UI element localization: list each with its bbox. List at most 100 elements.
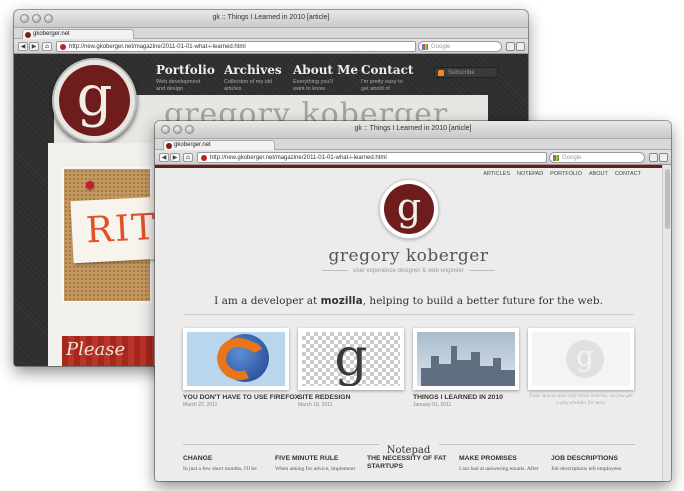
home-button[interactable]: ⌂ — [42, 42, 52, 51]
nav-about-me[interactable]: About Me Everything you'll want to know — [293, 63, 358, 93]
menu-icon[interactable] — [659, 153, 668, 162]
nav-title: Portfolio — [156, 63, 215, 77]
article-card[interactable]: THINGS I LEARNED IN 2010 January 01, 201… — [413, 328, 519, 408]
article-title[interactable]: SITE REDESIGN — [298, 394, 404, 401]
scrollbar-thumb[interactable] — [665, 169, 670, 229]
tab-label: gkoberger.net — [33, 31, 70, 37]
bookmarks-icon[interactable] — [649, 153, 658, 162]
search-input[interactable]: Google — [418, 41, 502, 52]
tab-bar: gkoberger.net — [155, 139, 671, 150]
nav-desc: Everything you'll want to know — [293, 79, 333, 92]
forward-button[interactable]: ▶ — [170, 153, 180, 162]
rss-icon — [438, 70, 444, 76]
heading-rule-right — [439, 444, 635, 445]
nav-desc: Web development and design — [156, 79, 201, 92]
navigation-toolbar: ◀ ▶ ⌂ http://new.gkoberger.net/magazine/… — [14, 39, 528, 54]
nav-desc: I'm pretty easy to get ahold of — [361, 79, 403, 92]
vertical-scrollbar[interactable] — [662, 165, 671, 481]
article-title[interactable]: YOU DON'T HAVE TO USE FIREFOX — [183, 394, 299, 401]
g-logo-icon: g — [566, 340, 604, 378]
notepad-item-title[interactable]: JOB DESCRIPTIONS — [551, 455, 637, 463]
subscribe-button[interactable]: Subscribe — [434, 67, 498, 78]
firefox-thumbnail — [183, 328, 289, 390]
menu-portfolio[interactable]: PORTFOLIO — [550, 171, 582, 177]
skyline-thumbnail — [413, 328, 519, 390]
notepad-item-title[interactable]: FIVE MINUTE RULE — [275, 455, 361, 463]
article-card[interactable]: YOU DON'T HAVE TO USE FIREFOX March 22, … — [183, 328, 299, 408]
title-bar[interactable]: gk :: Things I Learned in 2010 [article] — [155, 121, 671, 139]
google-icon — [422, 44, 428, 50]
tab-label: gkoberger.net — [174, 142, 211, 148]
nav-title: About Me — [293, 63, 359, 77]
site-name: gregory koberger — [328, 246, 489, 266]
back-button[interactable]: ◀ — [159, 153, 169, 162]
notepad-item-title[interactable]: MAKE PROMISES — [459, 455, 545, 463]
top-accent-bar — [155, 165, 662, 168]
google-icon — [553, 155, 559, 161]
notepad-item[interactable]: JOB DESCRIPTIONS Job descriptions tell em… — [551, 455, 637, 472]
tagline: user experience designer & web engineer — [155, 268, 662, 274]
site-menu: ARTICLES NOTEPAD PORTFOLIO ABOUT CONTACT — [483, 171, 641, 177]
home-button[interactable]: ⌂ — [183, 153, 193, 162]
menu-notepad[interactable]: NOTEPAD — [517, 171, 543, 177]
url-text: http://new.gkoberger.net/magazine/2011-0… — [69, 44, 246, 50]
menu-icon[interactable] — [516, 42, 525, 51]
note-text: RIT — [84, 206, 159, 252]
notepad-item[interactable]: CHANGE In just a few short months, I'll b… — [183, 455, 269, 472]
pushpin-icon — [86, 181, 94, 189]
intro-before: I am a developer at — [214, 295, 321, 307]
nav-desc: Collection of my old articles — [224, 79, 272, 92]
article-card[interactable]: g SITE REDESIGN March 18, 2011 — [298, 328, 404, 408]
subscribe-label: Subscribe — [448, 70, 475, 76]
title-bar[interactable]: gk :: Things I Learned in 2010 [article] — [14, 10, 528, 28]
address-bar[interactable]: http://new.gkoberger.net/magazine/2011-0… — [56, 41, 416, 52]
notepad-item[interactable]: FIVE MINUTE RULE When asking for advice, … — [275, 455, 361, 472]
placeholder-text: Four spaces and only three articles; so … — [529, 393, 633, 406]
heading-rule-left — [183, 444, 379, 445]
please-banner-image: Please — [62, 336, 154, 366]
intro-mozilla: mozilla — [320, 295, 363, 307]
bookmarks-icon[interactable] — [506, 42, 515, 51]
intro-after: , helping to build a better future for t… — [362, 295, 603, 307]
menu-articles[interactable]: ARTICLES — [483, 171, 510, 177]
nav-title: Contact — [361, 63, 414, 77]
site-identity-icon — [60, 44, 66, 50]
placeholder-card: g Four spaces and only three articles; s… — [528, 328, 634, 407]
back-button[interactable]: ◀ — [18, 42, 28, 51]
front-browser-window: gk :: Things I Learned in 2010 [article]… — [155, 121, 671, 481]
notepad-item[interactable]: MAKE PROMISES I am bad at answering email… — [459, 455, 545, 472]
tagline-text: user experience designer & web engineer — [353, 268, 464, 274]
browser-tab[interactable]: gkoberger.net — [22, 29, 134, 39]
please-text: Please — [66, 339, 126, 360]
nav-portfolio[interactable]: Portfolio Web development and design — [156, 63, 215, 93]
nav-contact[interactable]: Contact I'm pretty easy to get ahold of — [361, 63, 413, 93]
navigation-toolbar: ◀ ▶ ⌂ http://new.gkoberger.net/magazine/… — [155, 150, 671, 165]
logo[interactable]: g — [379, 179, 439, 239]
article-title[interactable]: THINGS I LEARNED IN 2010 — [413, 394, 519, 401]
notepad-item-text: Job descriptions tell employees — [551, 466, 622, 472]
nav-title: Archives — [224, 63, 282, 77]
notepad-item-title[interactable]: CHANGE — [183, 455, 269, 463]
browser-tab[interactable]: gkoberger.net — [163, 140, 275, 150]
notepad-item-title[interactable]: THE NECESSITY OF FAT STARTUPS — [367, 455, 453, 471]
logo-letter: g — [384, 184, 434, 234]
logo-letter: g — [59, 65, 130, 136]
search-input[interactable]: Google — [549, 152, 645, 163]
window-title: gk :: Things I Learned in 2010 [article] — [212, 14, 330, 21]
forward-button[interactable]: ▶ — [29, 42, 39, 51]
article-date: January 01, 2011 — [413, 402, 452, 408]
notepad-item-text: I am bad at answering emails. After — [459, 466, 539, 472]
article-date: March 18, 2011 — [298, 402, 333, 408]
notepad-item[interactable]: THE NECESSITY OF FAT STARTUPS — [367, 455, 453, 474]
search-placeholder: Google — [431, 44, 451, 50]
notepad-item-text: When asking for advice, implement — [275, 466, 355, 472]
nav-archives[interactable]: Archives Collection of my old articles — [224, 63, 282, 93]
menu-about[interactable]: ABOUT — [589, 171, 608, 177]
tab-bar: gkoberger.net — [14, 28, 528, 39]
divider — [183, 314, 634, 315]
intro-text: I am a developer at mozilla, helping to … — [155, 295, 662, 307]
notepad-item-text: In just a few short months, I'll be — [183, 466, 257, 472]
logo[interactable]: g — [52, 58, 137, 143]
menu-contact[interactable]: CONTACT — [615, 171, 641, 177]
address-bar[interactable]: http://new.gkoberger.net/magazine/2011-0… — [197, 152, 547, 163]
